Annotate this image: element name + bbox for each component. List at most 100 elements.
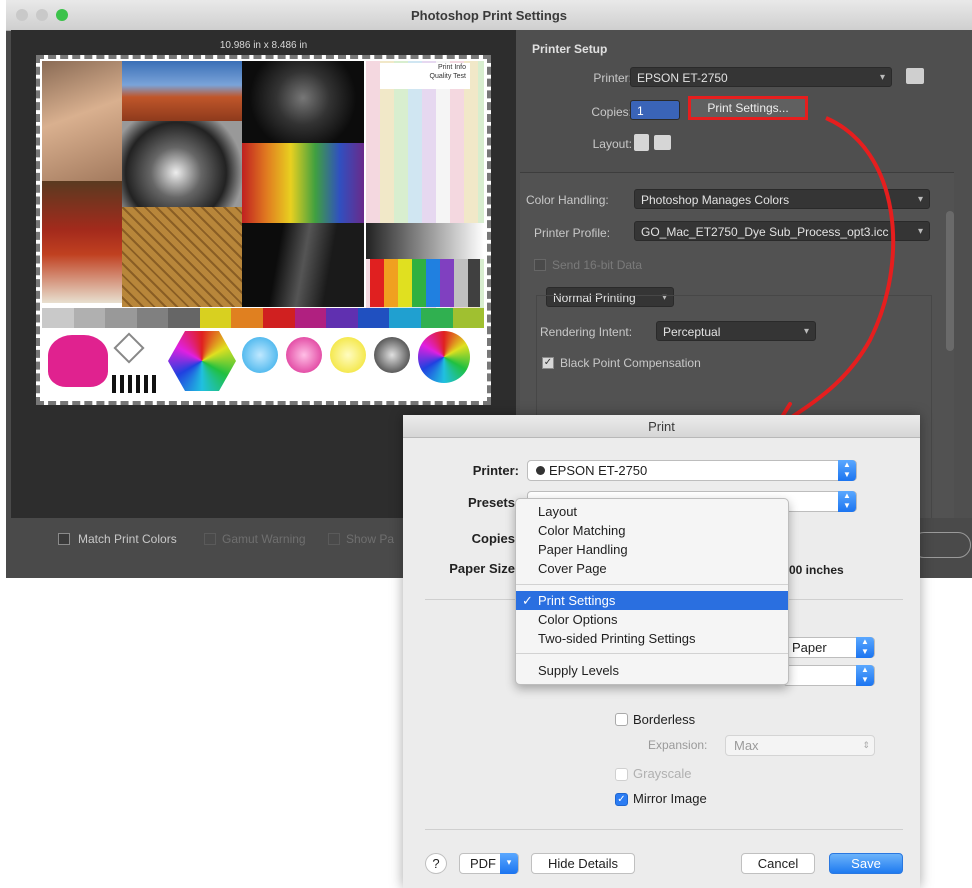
expansion-label: Expansion: xyxy=(648,738,708,752)
show-paper-white-checkbox[interactable] xyxy=(328,533,340,545)
gamut-warning-label: Gamut Warning xyxy=(222,532,306,546)
match-print-colors-label: Match Print Colors xyxy=(78,532,177,546)
mirror-image-checkbox[interactable]: ✓ xyxy=(615,793,628,806)
menu-separator xyxy=(516,653,788,654)
pd-copies-label: Copies xyxy=(471,531,515,546)
ps-printer-label: Printer: xyxy=(593,71,632,85)
ps-titlebar: Photoshop Print Settings xyxy=(6,0,972,31)
rendering-intent-label: Rendering Intent: xyxy=(540,325,633,339)
menu-item-cover-page[interactable]: Cover Page xyxy=(516,559,788,578)
magenta-circle xyxy=(286,337,322,373)
menu-item-paper-handling[interactable]: Paper Handling xyxy=(516,540,788,559)
print-size-label: 10.986 in x 8.486 in xyxy=(219,40,308,51)
woman-hair-photo xyxy=(242,223,364,307)
print-dialog-titlebar: Print xyxy=(403,415,920,438)
chevron-down-icon: ▾ xyxy=(500,853,518,874)
cancel-button[interactable]: Cancel xyxy=(741,853,815,874)
updown-arrow-icon: ▲ ▼ xyxy=(856,637,874,658)
print-settings-button[interactable]: Print Settings... xyxy=(688,96,808,120)
send-16bit-checkbox[interactable] xyxy=(534,259,546,271)
color-handling-value: Photoshop Manages Colors xyxy=(641,193,790,207)
help-button[interactable]: ? xyxy=(425,853,447,874)
printer-status-icon xyxy=(536,466,545,475)
pd-media-type-value: Paper xyxy=(792,640,827,655)
printer-profile-value: GO_Mac_ET2750_Dye Sub_Process_opt3.icc xyxy=(641,225,889,239)
chevron-down-icon: ▾ xyxy=(803,326,809,337)
menu-item-supply-levels[interactable]: Supply Levels xyxy=(516,661,788,680)
show-paper-white-label: Show Pa xyxy=(346,532,395,546)
expansion-popup[interactable]: Max ⇕ xyxy=(725,735,875,756)
pd-printer-popup[interactable]: EPSON ET-2750 ▲ ▼ xyxy=(527,460,857,481)
pd-presets-label: Presets xyxy=(468,495,515,510)
menu-item-print-settings[interactable]: ✓ Print Settings xyxy=(516,591,788,610)
menu-item-color-options[interactable]: Color Options xyxy=(516,610,788,629)
settings-pane-menu: Layout Color Matching Paper Handling Cov… xyxy=(515,498,789,685)
landscape-layout-icon[interactable] xyxy=(654,135,671,150)
fruit-vegetable-photo xyxy=(242,143,364,223)
ps-scrollbar[interactable] xyxy=(946,211,954,351)
tomato-photo xyxy=(42,181,122,303)
bpc-checkbox[interactable]: ✓ xyxy=(542,357,554,369)
chevron-down-icon: ▾ xyxy=(879,72,885,83)
pd-separator xyxy=(425,829,903,830)
black-circle xyxy=(374,337,410,373)
borderless-label: Borderless xyxy=(633,712,696,727)
ps-printer-select[interactable]: EPSON ET-2750 ▾ xyxy=(630,67,892,87)
menu-item-layout[interactable]: Layout xyxy=(516,502,788,521)
printer-profile-select[interactable]: GO_Mac_ET2750_Dye Sub_Process_opt3.icc ▾ xyxy=(634,221,930,241)
arch-photo xyxy=(122,61,242,121)
expansion-value: Max xyxy=(734,738,759,753)
chevron-down-icon: ▾ xyxy=(917,222,923,240)
send-16bit-label: Send 16-bit Data xyxy=(552,258,643,272)
menu-separator xyxy=(516,584,788,585)
printer-setup-heading: Printer Setup xyxy=(532,42,608,56)
print-preview-page[interactable]: Print Info Quality Test xyxy=(36,55,491,405)
menu-item-print-settings-label: Print Settings xyxy=(538,593,616,608)
done-button[interactable] xyxy=(911,532,971,558)
updown-arrow-icon: ▲ ▼ xyxy=(838,491,856,512)
yellow-circle xyxy=(330,337,366,373)
diamond-target xyxy=(113,332,145,364)
spiral-staircase-photo xyxy=(122,121,242,207)
pd-media-type-popup[interactable]: Paper ▲ ▼ xyxy=(783,637,875,658)
pd-printer-value: EPSON ET-2750 xyxy=(549,463,648,478)
color-handling-label: Color Handling: xyxy=(526,193,609,207)
menu-item-color-matching[interactable]: Color Matching xyxy=(516,521,788,540)
borderless-checkbox[interactable] xyxy=(615,713,628,726)
grayscale-label: Grayscale xyxy=(633,766,692,781)
bpc-label: Black Point Compensation xyxy=(560,356,701,370)
ps-copies-input[interactable]: 1 xyxy=(630,100,680,120)
printer-icon[interactable] xyxy=(906,68,924,84)
chevron-down-icon: ▾ xyxy=(917,194,923,205)
ps-window-title: Photoshop Print Settings xyxy=(411,8,567,23)
portrait-photo xyxy=(42,61,122,181)
gray-color-strip xyxy=(42,308,485,328)
menu-item-two-sided[interactable]: Two-sided Printing Settings xyxy=(516,629,788,648)
gamut-warning-checkbox[interactable] xyxy=(204,533,216,545)
pdf-menu-button[interactable]: PDF ▾ xyxy=(459,853,519,874)
color-handling-select[interactable]: Photoshop Manages Colors ▾ xyxy=(634,189,930,209)
updown-arrow-icon: ⇕ xyxy=(862,740,870,750)
updown-arrow-icon: ▲ ▼ xyxy=(838,460,856,481)
save-button[interactable]: Save xyxy=(829,853,903,874)
pd-paper-size-value: 00 inches xyxy=(789,563,844,577)
grayscale-checkbox[interactable] xyxy=(615,768,628,781)
print-dialog-title: Print xyxy=(648,419,675,434)
steering-wheel-photo xyxy=(242,61,364,143)
pd-printer-label: Printer: xyxy=(472,463,519,478)
test-logo: Print Info Quality Test xyxy=(380,63,470,89)
ps-copies-label: Copies: xyxy=(591,105,632,119)
pd-paper-size-label: Paper Size xyxy=(449,561,515,576)
cyan-circle xyxy=(242,337,278,373)
color-wheel xyxy=(418,331,470,383)
updown-arrow-icon: ▲ ▼ xyxy=(856,665,874,686)
rendering-intent-select[interactable]: Perceptual ▾ xyxy=(656,321,816,341)
pd-quality-popup[interactable]: ▲ ▼ xyxy=(783,665,875,686)
magenta-butterfly-shape xyxy=(48,335,108,387)
match-print-colors-checkbox[interactable] xyxy=(58,533,70,545)
hide-details-button[interactable]: Hide Details xyxy=(531,853,635,874)
resolution-bars xyxy=(112,375,158,393)
rendering-intent-value: Perceptual xyxy=(663,325,721,339)
portrait-layout-icon[interactable] xyxy=(634,134,649,151)
printer-profile-label: Printer Profile: xyxy=(534,226,611,240)
